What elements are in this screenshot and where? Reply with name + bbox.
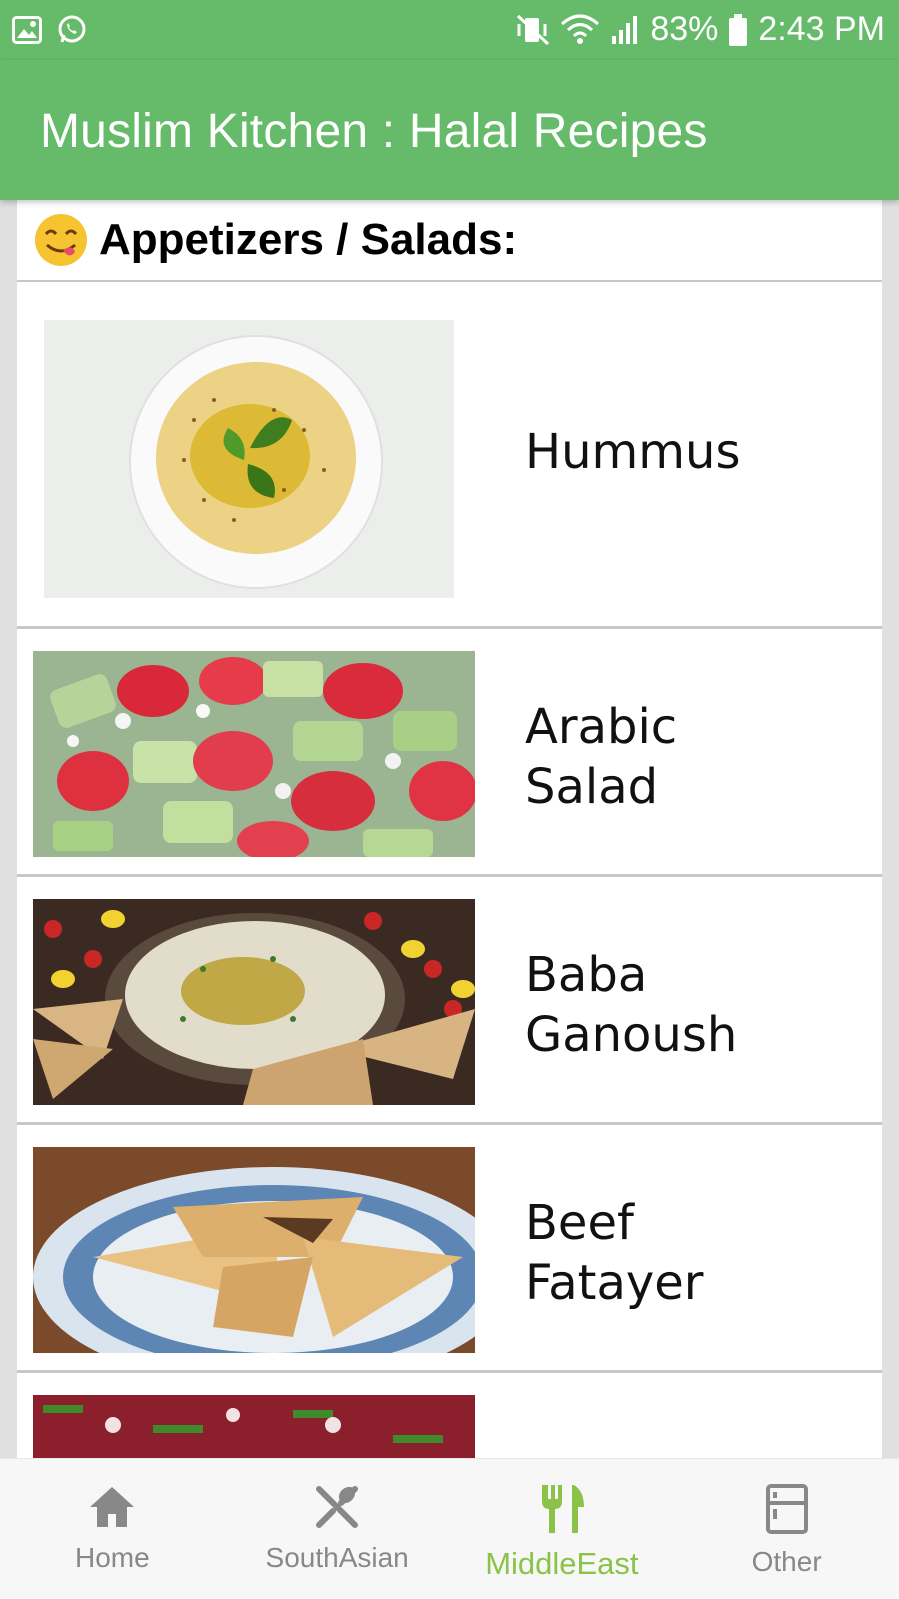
recipe-row-beef-fatayer[interactable]: Beef Fatayer — [17, 1125, 882, 1373]
recipe-label: Arabic Salad — [525, 699, 678, 815]
battery-percent: 83% — [650, 10, 719, 48]
mute-vibrate-icon — [516, 14, 550, 46]
wifi-icon — [560, 14, 600, 46]
home-icon — [86, 1483, 138, 1536]
recipe-row-arabic-salad[interactable]: Arabic Salad — [17, 629, 882, 877]
nav-item-southasian[interactable]: SouthAsian — [225, 1459, 450, 1599]
signal-icon — [610, 14, 640, 46]
clock: 2:43 PM — [758, 10, 885, 48]
hummus-image — [44, 320, 454, 598]
recipe-row-hummus[interactable]: Hummus — [17, 282, 882, 629]
yum-face-emoji — [33, 212, 89, 268]
section-header: Appetizers / Salads: — [17, 200, 882, 282]
battery-icon — [728, 13, 748, 47]
nav-item-other[interactable]: Other — [674, 1459, 899, 1599]
recipe-label: Hummus — [525, 424, 741, 480]
recipe-label: Baba Ganoush — [525, 947, 738, 1063]
app-screen: 83% 2:43 PM Muslim Kitchen : Halal Recip… — [0, 0, 899, 1599]
fork-knife-icon — [536, 1483, 588, 1540]
recipe-image-partial — [33, 1395, 475, 1460]
status-bar: 83% 2:43 PM — [0, 0, 899, 60]
nav-item-middleeast[interactable]: MiddleEast — [450, 1459, 675, 1599]
nav-label: Other — [751, 1546, 822, 1577]
recipe-label: Beef Fatayer — [525, 1195, 704, 1311]
baba-ganoush-image — [33, 899, 475, 1105]
recipe-row-baba-ganoush[interactable]: Baba Ganoush — [17, 877, 882, 1125]
app-bar: Muslim Kitchen : Halal Recipes — [0, 60, 899, 200]
nav-label: MiddleEast — [485, 1546, 639, 1581]
recipe-row-partial[interactable] — [17, 1373, 882, 1460]
bottom-navigation: Home SouthAsian MiddleEast Other — [0, 1458, 899, 1599]
section-title: Appetizers / Salads: — [99, 215, 518, 264]
image-icon — [12, 16, 42, 44]
app-title: Muslim Kitchen : Halal Recipes — [40, 105, 708, 158]
recipe-list[interactable]: Appetizers / Salads: Hummus Arabic Salad… — [17, 200, 882, 1460]
beef-fatayer-image — [33, 1147, 475, 1353]
whatsapp-icon — [56, 14, 88, 46]
nav-label: Home — [75, 1542, 150, 1573]
utensils-cross-icon — [311, 1483, 363, 1536]
nav-item-home[interactable]: Home — [0, 1459, 225, 1599]
arabic-salad-image — [33, 651, 475, 857]
fridge-icon — [765, 1483, 809, 1540]
nav-label: SouthAsian — [265, 1542, 409, 1573]
